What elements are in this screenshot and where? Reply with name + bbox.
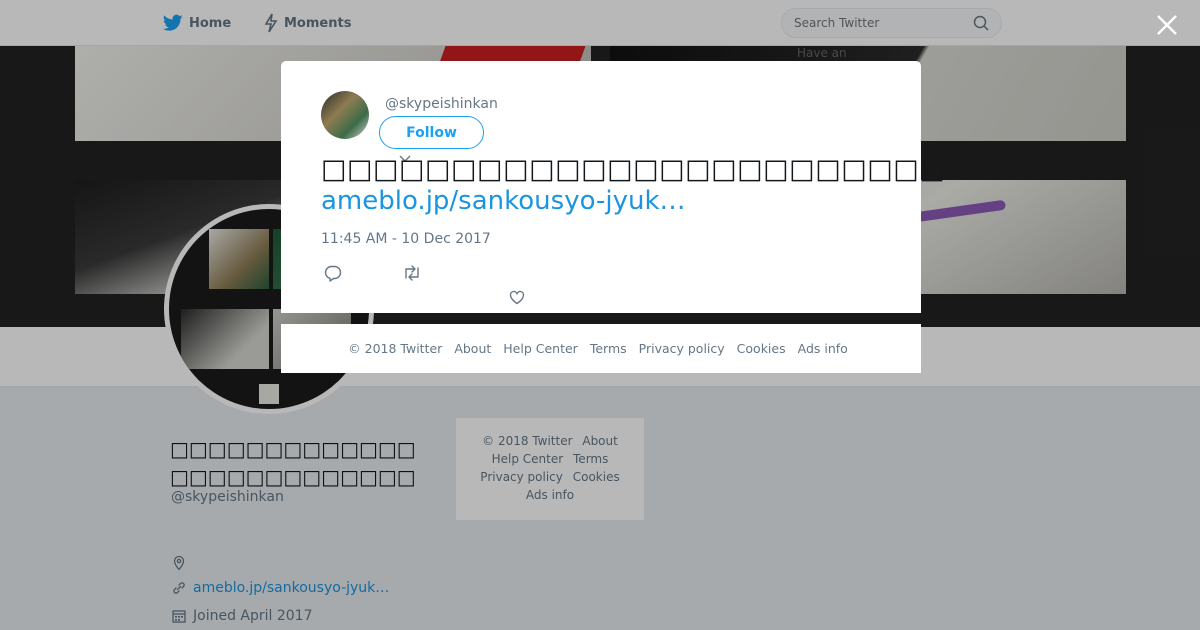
- modal-footer-privacy-link[interactable]: Privacy policy: [639, 341, 725, 356]
- modal-footer-ads-link[interactable]: Ads info: [798, 341, 848, 356]
- tweet-author-avatar[interactable]: [321, 91, 369, 139]
- tweet-timestamp[interactable]: 11:45 AM - 10 Dec 2017: [321, 231, 491, 247]
- modal-footer: © 2018 Twitter About Help Center Terms P…: [281, 324, 921, 373]
- retweet-icon[interactable]: [402, 264, 422, 282]
- tweet-author-handle[interactable]: @skypeishinkan: [385, 96, 498, 112]
- modal-footer-help-link[interactable]: Help Center: [503, 341, 578, 356]
- modal-footer-terms-link[interactable]: Terms: [590, 341, 627, 356]
- heart-icon[interactable]: [508, 288, 526, 306]
- reply-icon[interactable]: [324, 264, 342, 282]
- modal-footer-copyright: © 2018 Twitter: [348, 341, 443, 356]
- modal-footer-cookies-link[interactable]: Cookies: [737, 341, 786, 356]
- modal-footer-about-link[interactable]: About: [454, 341, 491, 356]
- tweet-link[interactable]: ameblo.jp/sankousyo-jyuk…: [321, 186, 686, 216]
- tweet-text: □□□□□□□□□□□□□□□□□□□□□□□□: [321, 154, 946, 185]
- tweet-modal: @skypeishinkan Follow □□□□□□□□□□□□□□□□□□…: [281, 61, 946, 313]
- close-icon[interactable]: [1154, 12, 1180, 38]
- follow-button[interactable]: Follow: [379, 116, 484, 149]
